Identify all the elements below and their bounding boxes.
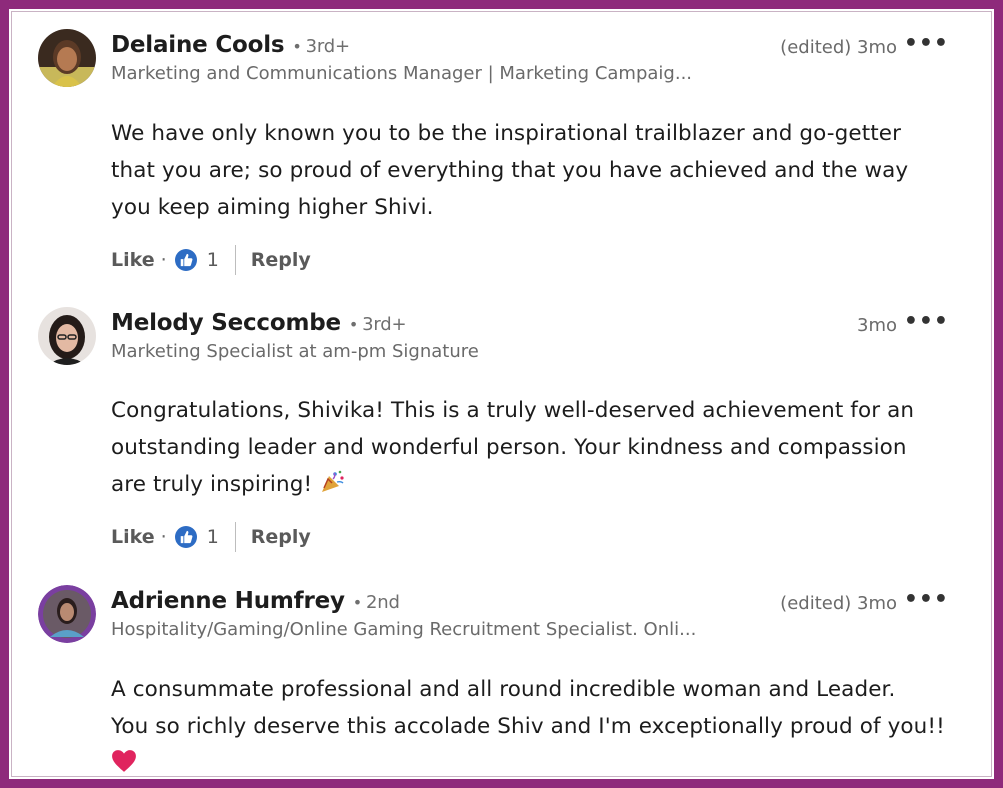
like-reaction-icon[interactable] <box>174 249 197 271</box>
comments-panel: Delaine Cools • 3rd+ Marketing and Communi… <box>11 11 992 777</box>
like-count[interactable]: 1 <box>207 526 219 548</box>
like-count[interactable]: 1 <box>207 249 219 271</box>
comment-item: Delaine Cools • 3rd+ Marketing and Communi… <box>38 29 971 279</box>
connection-degree: 3rd+ <box>362 314 407 335</box>
comment-item: Adrienne Humfrey • 2nd Hospitality/Gaming/… <box>38 585 971 779</box>
commenter-name[interactable]: Delaine Cools • 3rd+ <box>111 32 350 58</box>
comment-text: We have only known you to be the inspira… <box>111 121 909 220</box>
like-reaction-icon[interactable] <box>174 526 197 548</box>
like-button[interactable]: Like <box>111 249 155 271</box>
comments-frame: Delaine Cools • 3rd+ Marketing and Communi… <box>0 0 1003 788</box>
avatar[interactable] <box>38 29 96 87</box>
comment-actions: Like · 1 Reply <box>111 245 311 275</box>
party-popper-icon <box>320 469 346 506</box>
reply-button[interactable]: Reply <box>251 249 311 271</box>
comment-text: Congratulations, Shivika! This is a trul… <box>111 392 971 506</box>
more-options-icon[interactable]: ••• <box>904 309 949 334</box>
commenter-name[interactable]: Adrienne Humfrey • 2nd <box>111 588 400 614</box>
avatar[interactable] <box>38 307 96 365</box>
commenter-name[interactable]: Melody Seccombe • 3rd+ <box>111 310 407 336</box>
commenter-headline: Hospitality/Gaming/Online Gaming Recruit… <box>111 619 697 640</box>
commenter-headline: Marketing and Communications Manager | M… <box>111 63 693 84</box>
red-heart-icon <box>111 748 137 779</box>
divider <box>234 245 236 275</box>
more-options-icon[interactable]: ••• <box>904 587 949 612</box>
connection-degree: 3rd+ <box>305 36 350 57</box>
divider <box>234 522 236 552</box>
more-options-icon[interactable]: ••• <box>904 31 949 56</box>
like-button[interactable]: Like <box>111 526 155 548</box>
reply-button[interactable]: Reply <box>251 526 311 548</box>
comment-timestamp: (edited) 3mo <box>780 37 897 58</box>
comment-timestamp: 3mo <box>857 315 897 336</box>
avatar[interactable] <box>38 585 96 643</box>
comment-timestamp: (edited) 3mo <box>780 593 897 614</box>
connection-degree: 2nd <box>366 592 400 613</box>
comment-actions: Like · 1 Reply <box>111 522 311 552</box>
commenter-headline: Marketing Specialist at am-pm Signature <box>111 341 479 362</box>
comment-item: Melody Seccombe • 3rd+ Marketing Specialis… <box>38 307 971 557</box>
comment-text: A consummate professional and all round … <box>111 671 971 779</box>
